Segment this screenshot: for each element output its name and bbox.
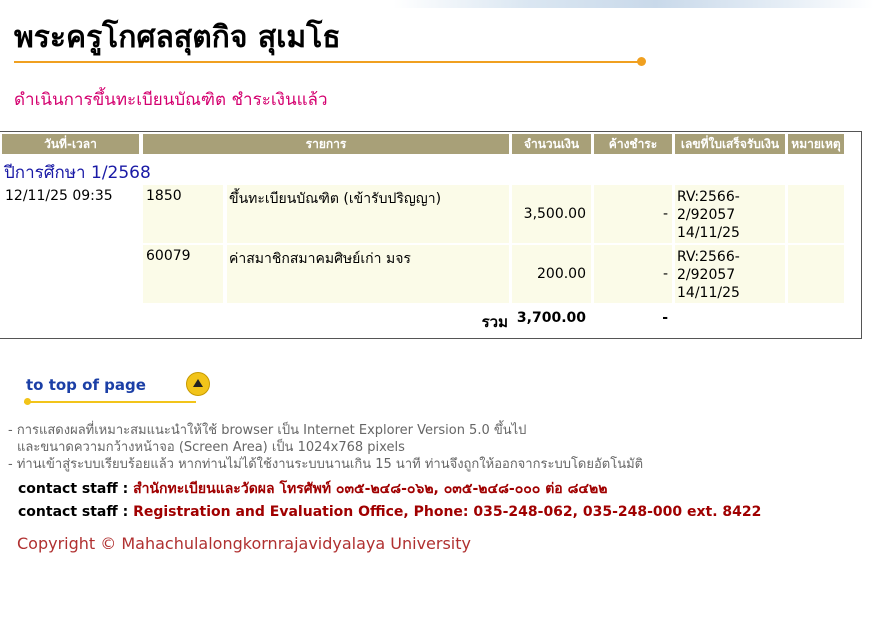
contact-english: contact staff : Registration and Evaluat… [18, 504, 761, 520]
column-header-amount: จำนวนเงิน [512, 134, 591, 154]
title-underline [14, 61, 640, 63]
total-amount: 3,700.00 [516, 310, 586, 326]
row-1-remark-cell [788, 185, 844, 243]
contact-label-en: contact staff : [18, 504, 129, 520]
row-2-receipt-line2: 2/92057 [677, 267, 736, 283]
row-2-description: ค่าสมาชิกสมาคมศิษย์เก่า มจร [229, 251, 411, 267]
column-header-remark: หมายเหตุ [788, 134, 844, 154]
row-1-outstanding: - [662, 206, 668, 222]
session-timeout-note: - ท่านเข้าสู่ระบบเรียบร้อยแล้ว หากท่านไม… [8, 457, 644, 472]
row-2-receipt-line3: 14/11/25 [677, 285, 740, 301]
to-top-label[interactable]: to top of page [26, 376, 146, 394]
to-top-underline [24, 401, 196, 403]
column-header-outstanding: ค้างชำระ [594, 134, 672, 154]
title-underline-dot [637, 57, 646, 66]
row-2-amount: 200.00 [537, 266, 586, 282]
status-subtitle: ดำเนินการขึ้นทะเบียนบัณฑิต ชำระเงินแล้ว [14, 90, 328, 110]
row-2-outstanding: - [662, 266, 668, 282]
contact-label: contact staff : [18, 481, 129, 497]
top-banner [0, 0, 874, 8]
total-outstanding: - [662, 310, 668, 326]
row-1-datetime: 12/11/25 09:35 [5, 188, 113, 204]
row-1-receipt-line1: RV:2566- [677, 189, 740, 205]
contact-english-value: Registration and Evaluation Office, Phon… [133, 504, 762, 520]
total-label: รวม [481, 313, 508, 331]
row-1-amount: 3,500.00 [523, 206, 586, 222]
row-1-code: 1850 [146, 188, 182, 204]
contact-thai: contact staff : สำนักทะเบียนและวัดผล โทร… [18, 478, 607, 500]
academic-year-label: ปีการศึกษา 1/2568 [4, 163, 151, 183]
row-1-receipt-line2: 2/92057 [677, 207, 736, 223]
to-top-underline-dot [24, 398, 31, 405]
row-2-remark-cell [788, 245, 844, 303]
row-2-receipt-line1: RV:2566- [677, 249, 740, 265]
row-1-description: ขึ้นทะเบียนบัณฑิต (เข้ารับปริญญา) [229, 191, 442, 207]
arrow-up-icon[interactable] [186, 372, 210, 396]
row-1-receipt-line3: 14/11/25 [677, 225, 740, 241]
row-2-code: 60079 [146, 248, 191, 264]
column-header-receipt: เลขที่ใบเสร็จรับเงิน [675, 134, 785, 154]
column-header-datetime: วันที่-เวลา [2, 134, 139, 154]
student-name-heading: พระครูโกศลสุตกิจ สุเมโธ [14, 20, 341, 55]
copyright-footer: Copyright © Mahachulalongkornrajavidyala… [17, 534, 471, 553]
column-header-item: รายการ [143, 134, 509, 154]
contact-thai-value: สำนักทะเบียนและวัดผล โทรศัพท์ ๐๓๕-๒๔๘-๐๖… [133, 481, 608, 497]
to-top-of-page-link[interactable]: to top of page [24, 372, 214, 408]
